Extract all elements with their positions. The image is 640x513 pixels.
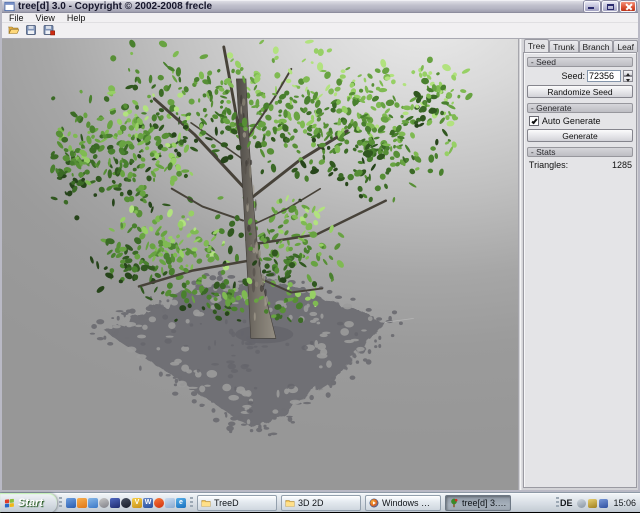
- task-button-2[interactable]: 3D 2D: [281, 495, 361, 511]
- triangles-label: Triangles:: [529, 160, 568, 170]
- panel-tabs: TreeTrunkBranchLeaf: [522, 39, 638, 52]
- tab-leaf[interactable]: Leaf: [613, 40, 638, 52]
- tray-icon-2[interactable]: [588, 499, 597, 508]
- save-as-button[interactable]: [41, 24, 57, 37]
- triangles-value: 1285: [612, 160, 632, 170]
- seed-spinner: [623, 70, 633, 82]
- task-button-4[interactable]: tree[d] 3.0 - Copyrig...: [445, 495, 511, 511]
- auto-generate-checkbox[interactable]: [529, 116, 539, 126]
- randomize-seed-button[interactable]: Randomize Seed: [527, 85, 633, 98]
- menu-bar: FileViewHelp: [2, 13, 638, 23]
- quicklaunch-icon-9[interactable]: [154, 498, 164, 508]
- task-button-1[interactable]: TreeD: [197, 495, 277, 511]
- menu-item-view[interactable]: View: [30, 13, 61, 23]
- tree-render: [2, 39, 518, 490]
- auto-generate-row: Auto Generate: [529, 116, 633, 126]
- quicklaunch-icon-6[interactable]: [121, 498, 131, 508]
- quicklaunch-icon-5[interactable]: [110, 498, 120, 508]
- quicklaunch-icon-8[interactable]: W: [143, 498, 153, 508]
- seed-spinner-down[interactable]: [623, 76, 633, 82]
- window-title: tree[d] 3.0 - Copyright © 2002-2008 frec…: [18, 1, 582, 12]
- minimize-icon: [588, 7, 594, 9]
- generate-section-header[interactable]: - Generate: [527, 103, 633, 113]
- windows-logo-icon: [4, 498, 15, 509]
- open-button[interactable]: [5, 24, 21, 37]
- checkmark-icon: [531, 118, 537, 125]
- task-button-label: tree[d] 3.0 - Copyrig...: [462, 498, 507, 508]
- tab-tree[interactable]: Tree: [524, 39, 549, 52]
- seed-label: Seed:: [561, 71, 585, 81]
- restore-button[interactable]: [602, 1, 618, 12]
- start-label: Start: [18, 497, 43, 509]
- close-button[interactable]: [620, 1, 636, 12]
- chevron-down-icon: [626, 79, 630, 82]
- restore-icon: [607, 4, 614, 10]
- start-button[interactable]: Start: [0, 493, 57, 513]
- stats-section-header[interactable]: - Stats: [527, 147, 633, 157]
- task-button-label: TreeD: [214, 498, 239, 508]
- quicklaunch-icon-3[interactable]: [88, 498, 98, 508]
- settings-panel: TreeTrunkBranchLeaf - Seed Seed: Randomi…: [522, 39, 638, 490]
- quicklaunch-icon-7[interactable]: V: [132, 498, 142, 508]
- folder-icon: [201, 498, 211, 508]
- tray-icon-1[interactable]: [577, 499, 586, 508]
- task-button-3[interactable]: Windows Media Player: [365, 495, 441, 511]
- quicklaunch-icon-10[interactable]: [165, 498, 175, 508]
- system-tray: DE 15:06: [558, 493, 640, 513]
- seed-section-header[interactable]: - Seed: [527, 57, 633, 67]
- language-indicator[interactable]: DE: [558, 498, 575, 508]
- save-button[interactable]: [23, 24, 39, 37]
- save-as-icon: [43, 24, 55, 36]
- main-content: TreeTrunkBranchLeaf - Seed Seed: Randomi…: [2, 38, 638, 490]
- task-area-grip[interactable]: [190, 497, 193, 509]
- tray-icon-3[interactable]: [599, 499, 608, 508]
- wmp-icon: [369, 498, 379, 508]
- quicklaunch-icon-1[interactable]: [66, 498, 76, 508]
- seed-input[interactable]: [587, 70, 621, 82]
- tab-branch[interactable]: Branch: [579, 40, 614, 52]
- auto-generate-label: Auto Generate: [542, 116, 601, 126]
- folder-icon: [285, 498, 295, 508]
- tab-page-tree: - Seed Seed: Randomize Seed - Generate A…: [523, 52, 637, 488]
- app-icon: [4, 1, 15, 12]
- generate-button[interactable]: Generate: [527, 129, 633, 142]
- 3d-viewport[interactable]: [2, 39, 518, 490]
- minimize-button[interactable]: [584, 1, 600, 12]
- task-button-label: 3D 2D: [298, 498, 324, 508]
- tab-trunk[interactable]: Trunk: [549, 40, 578, 52]
- seed-row: Seed:: [527, 70, 633, 82]
- quicklaunch-icon-4[interactable]: [99, 498, 109, 508]
- save-icon: [25, 24, 37, 36]
- quicklaunch-icon-11[interactable]: e: [176, 498, 186, 508]
- tray-icons: [577, 499, 608, 508]
- taskbar: Start VWe TreeD 3D 2D Windows Media Player…: [0, 492, 640, 512]
- toolbar: [2, 23, 638, 37]
- task-button-label: Windows Media Player: [382, 498, 437, 508]
- treed-icon: [449, 498, 459, 508]
- quicklaunch-icon-2[interactable]: [77, 498, 87, 508]
- taskbar-clock[interactable]: 15:06: [611, 498, 636, 508]
- title-bar[interactable]: tree[d] 3.0 - Copyright © 2002-2008 frec…: [2, 0, 638, 13]
- open-folder-icon: [7, 24, 19, 36]
- menu-item-help[interactable]: Help: [61, 13, 92, 23]
- app-window: tree[d] 3.0 - Copyright © 2002-2008 frec…: [0, 0, 640, 492]
- stats-row: Triangles: 1285: [529, 160, 632, 170]
- quick-launch-grip[interactable]: [59, 497, 62, 509]
- menu-item-file[interactable]: File: [3, 13, 30, 23]
